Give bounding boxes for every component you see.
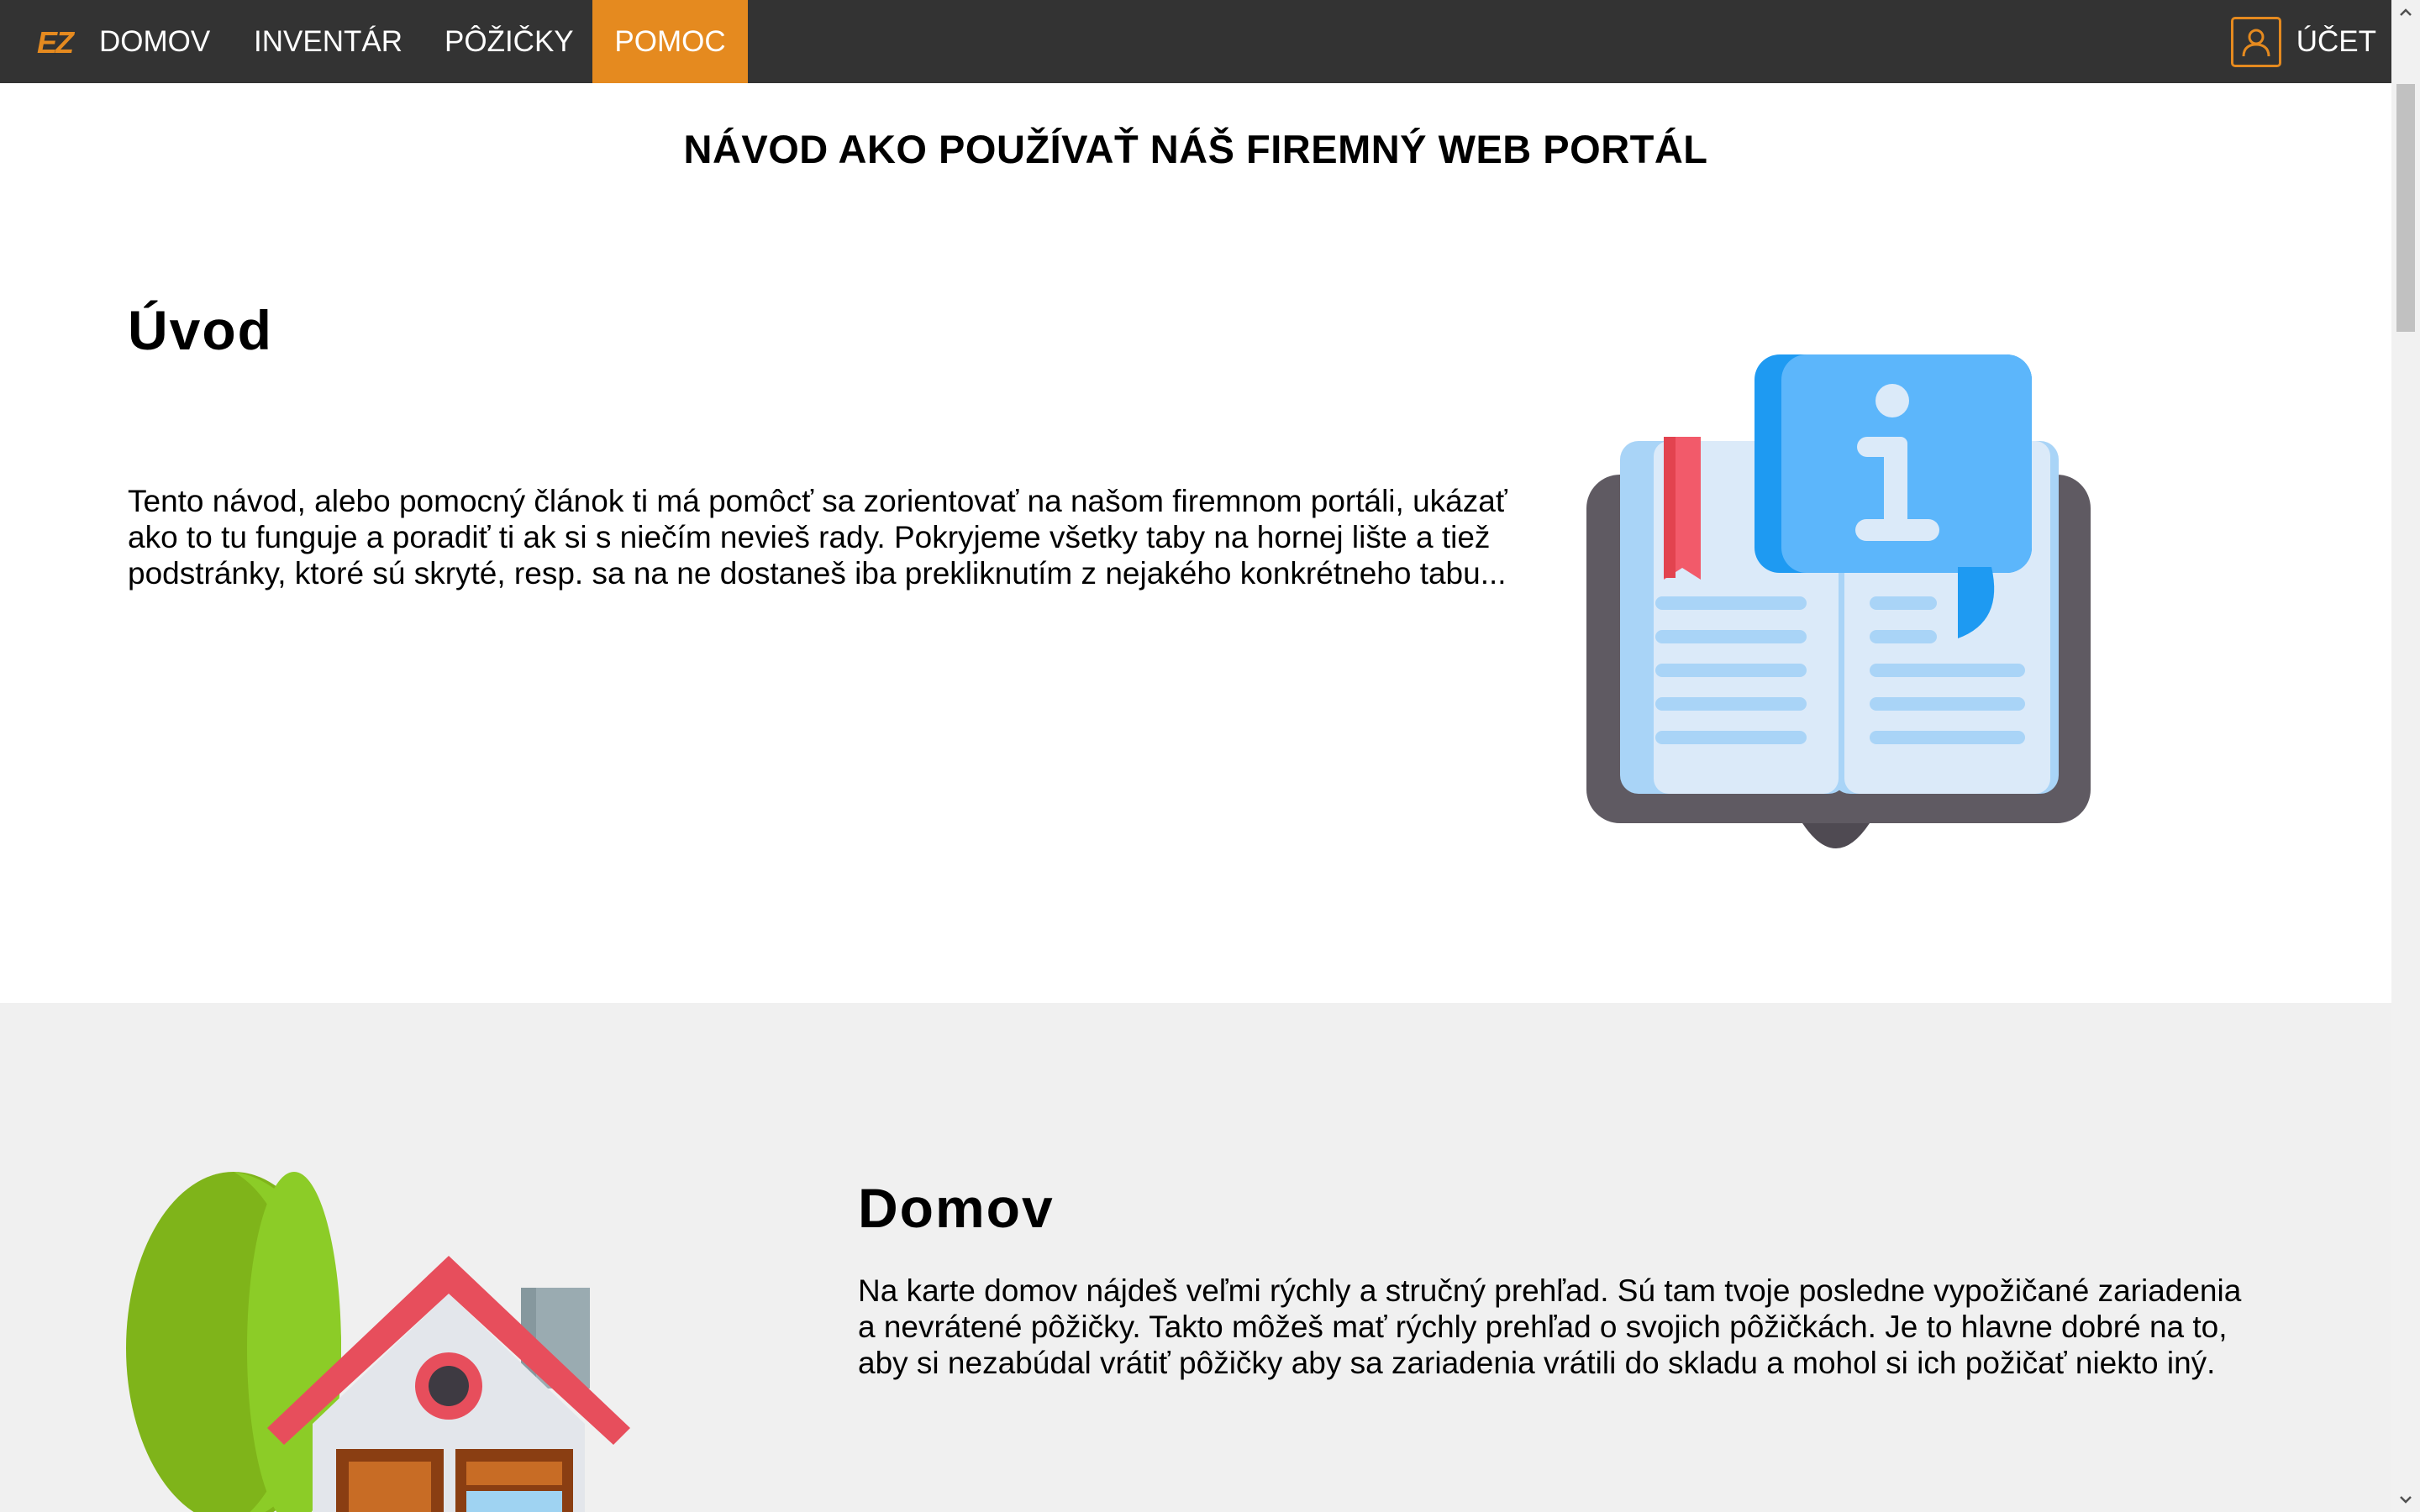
page-title: NÁVOD AKO POUŽÍVAŤ NÁŠ FIREMNÝ WEB PORTÁ… [683, 127, 1708, 171]
nav-item-inventar[interactable]: INVENTÁR [254, 0, 402, 83]
house-tree-icon [126, 1172, 630, 1512]
user-icon [2230, 16, 2281, 67]
intro-heading: Úvod [128, 299, 273, 361]
brand-logo[interactable]: EZ [37, 25, 74, 60]
scroll-thumb[interactable] [2396, 84, 2415, 332]
account-button[interactable]: ÚČET [2230, 0, 2376, 83]
top-navbar: EZ DOMOV INVENTÁR PÔŽIČKY POMOC ÚČET [0, 0, 2391, 83]
nav-item-pozicky[interactable]: PÔŽIČKY [445, 0, 574, 83]
nav-item-domov[interactable]: DOMOV [99, 0, 210, 83]
vertical-scrollbar[interactable] [2391, 0, 2420, 1512]
scroll-up-icon[interactable] [2391, 0, 2420, 25]
account-label: ÚČET [2296, 24, 2376, 58]
page: EZ DOMOV INVENTÁR PÔŽIČKY POMOC ÚČET NÁV… [0, 0, 2391, 1512]
home-heading: Domov [858, 1177, 1055, 1239]
intro-text: Tento návod, alebo pomocný článok ti má … [128, 484, 1507, 591]
book-info-icon [1586, 354, 2091, 848]
home-text: Na karte domov nájdeš veľmi rýchly a str… [858, 1273, 2242, 1380]
nav-item-pomoc[interactable]: POMOC [592, 0, 748, 83]
scroll-down-icon[interactable] [2391, 1487, 2420, 1512]
